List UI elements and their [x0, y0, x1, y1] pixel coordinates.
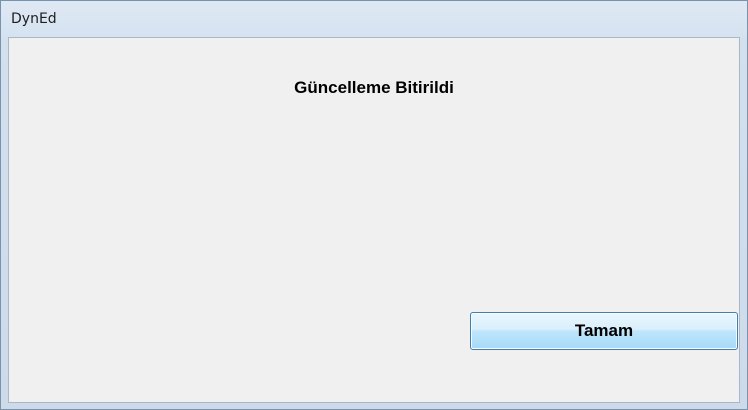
window-title: DynEd [11, 11, 57, 27]
title-bar[interactable]: DynEd [1, 1, 747, 37]
dialog-window: DynEd Güncelleme Bitirildi Tamam [0, 0, 748, 410]
status-message: Güncelleme Bitirildi [294, 78, 454, 97]
ok-button[interactable]: Tamam [470, 312, 738, 350]
